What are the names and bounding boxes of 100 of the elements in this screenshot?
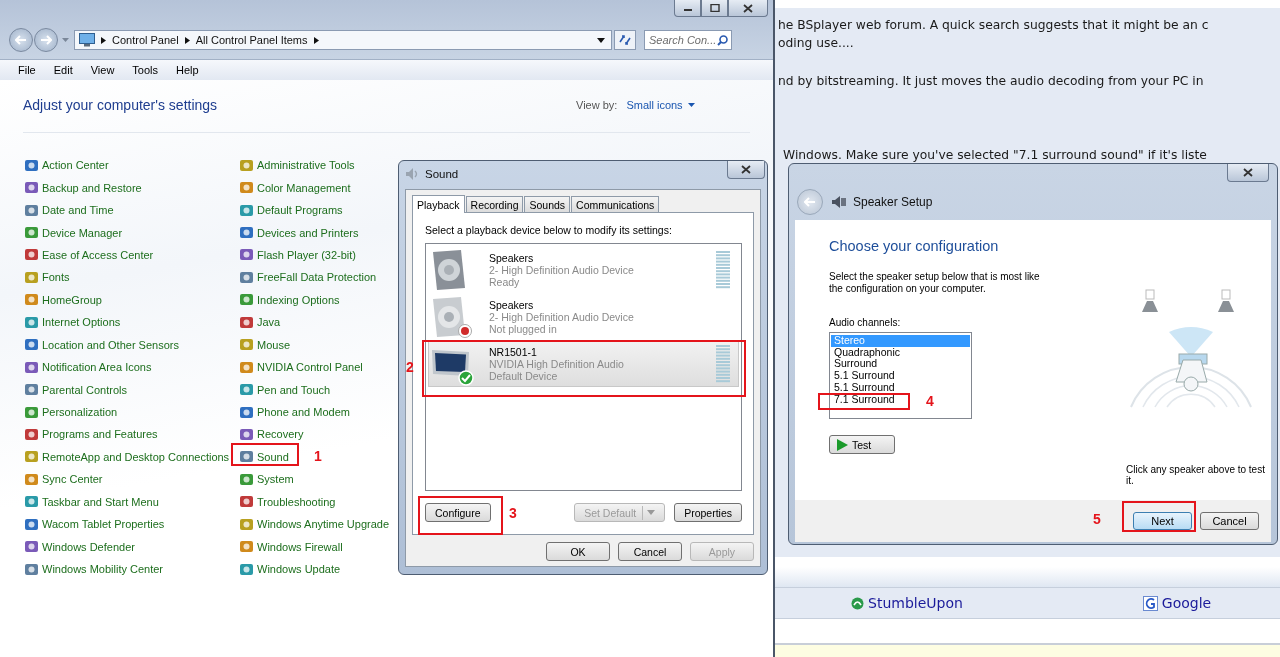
maximize-button[interactable] [701, 0, 728, 17]
tile-icon [239, 180, 254, 196]
channel-option[interactable]: 7.1 Surround [831, 393, 897, 406]
control-panel-item[interactable]: Device Manager [24, 225, 123, 240]
control-panel-item[interactable]: Indexing Options [239, 292, 340, 307]
control-panel-item[interactable]: Color Management [239, 180, 351, 195]
minimize-button[interactable] [674, 0, 701, 17]
menu-item[interactable]: View [81, 64, 124, 76]
dialog-button[interactable]: OK [546, 542, 610, 561]
control-panel-item[interactable]: Troubleshooting [239, 494, 336, 509]
forward-button[interactable] [34, 28, 58, 52]
control-panel-item[interactable]: Windows Update [239, 562, 341, 577]
control-panel-item[interactable]: Wacom Tablet Properties [24, 517, 165, 532]
close-icon [743, 3, 753, 13]
tab[interactable]: Recording [465, 196, 524, 212]
control-panel-item[interactable]: Flash Player (32-bit) [239, 247, 357, 262]
wizard-button[interactable]: Cancel [1200, 512, 1259, 530]
test-button[interactable]: Test [829, 435, 895, 454]
device-item[interactable]: Speakers 2- High Definition Audio Device Ready [428, 246, 739, 293]
control-panel-item[interactable]: Windows Anytime Upgrade [239, 517, 390, 532]
wizard-button[interactable]: Next [1133, 512, 1192, 530]
tile-icon [239, 382, 254, 398]
control-panel-item[interactable]: Sound [239, 449, 289, 464]
close-button[interactable] [728, 0, 768, 17]
annotation-number: 5 [1093, 510, 1101, 528]
control-panel-item[interactable]: Notification Area Icons [24, 360, 152, 375]
channel-option[interactable]: Quadraphonic [831, 346, 902, 359]
maximize-icon [709, 4, 720, 12]
control-panel-item[interactable]: FreeFall Data Protection [239, 270, 377, 285]
control-panel-item[interactable]: System [239, 472, 294, 487]
control-panel-item[interactable]: Internet Options [24, 315, 121, 330]
control-panel-item[interactable]: Default Programs [239, 203, 343, 218]
control-panel-item[interactable]: Pen and Touch [239, 382, 331, 397]
tab[interactable]: Playback [412, 195, 465, 213]
control-panel-item[interactable]: Windows Defender [24, 539, 135, 554]
channel-option[interactable]: 5.1 Surround [831, 381, 897, 394]
channel-option[interactable]: Surround [831, 358, 880, 371]
control-panel-item[interactable]: Fonts [24, 270, 70, 285]
back-arrow-icon [15, 35, 27, 45]
device-description: 2- High Definition Audio Device [489, 263, 634, 276]
tile-icon [24, 561, 39, 577]
control-panel-item[interactable]: Sync Center [24, 472, 103, 487]
device-item[interactable]: NR1501-1 NVIDIA High Definition Audio Default Device [428, 340, 739, 387]
control-panel-item[interactable]: Parental Controls [24, 382, 127, 397]
search-field[interactable]: Search Con... [644, 30, 732, 50]
monitor-icon [79, 33, 95, 47]
control-panel-item[interactable]: Recovery [239, 427, 304, 442]
tile-icon [239, 539, 254, 555]
dialog-button[interactable]: Cancel [618, 542, 682, 561]
control-panel-item[interactable]: Location and Other Sensors [24, 337, 179, 352]
control-panel-item[interactable]: Personalization [24, 405, 118, 419]
share-link[interactable]: Google [1142, 595, 1212, 611]
control-panel-item[interactable]: RemoteApp and Desktop Connections [24, 449, 230, 464]
control-panel-item[interactable]: Phone and Modem [239, 405, 350, 419]
menu-item[interactable]: Help [167, 64, 208, 76]
tab[interactable]: Communications [571, 196, 660, 212]
close-button[interactable] [727, 161, 765, 179]
chevron-icon [184, 36, 190, 44]
control-panel-item[interactable]: Windows Mobility Center [24, 562, 164, 577]
refresh-button[interactable] [614, 30, 636, 50]
tile-icon [239, 561, 254, 577]
control-panel-item[interactable]: Date and Time [24, 203, 114, 218]
channel-option[interactable]: 5.1 Surround [831, 370, 897, 382]
caret-icon [597, 37, 605, 43]
view-dropdown[interactable]: Small icons [626, 99, 695, 111]
close-button[interactable] [1227, 164, 1269, 182]
address-bar[interactable]: Control Panel All Control Panel Items [74, 30, 612, 50]
tile-icon [24, 337, 39, 353]
control-panel-item[interactable]: Windows Firewall [239, 539, 343, 554]
tab[interactable]: Sounds [524, 196, 571, 212]
back-button[interactable] [9, 28, 33, 52]
dialog-title: Sound [425, 168, 459, 180]
breadcrumb[interactable]: Control Panel [112, 34, 179, 46]
control-panel-item[interactable]: Action Center [24, 158, 109, 173]
tile-icon [24, 359, 39, 375]
caret-icon [687, 103, 695, 107]
close-icon [741, 165, 751, 174]
tile-icon [239, 471, 254, 487]
menu-item[interactable]: Tools [123, 64, 168, 76]
breadcrumb[interactable]: All Control Panel Items [195, 34, 308, 46]
control-panel-item[interactable]: Devices and Printers [239, 225, 359, 240]
tile-icon [24, 449, 39, 465]
control-panel-item[interactable]: Taskbar and Start Menu [24, 494, 159, 509]
control-panel-item[interactable]: Mouse [239, 337, 291, 352]
control-panel-item[interactable]: Administrative Tools [239, 158, 355, 173]
dialog-heading: Choose your configuration [829, 238, 999, 254]
menu-item[interactable]: Edit [44, 64, 82, 76]
dialog-button[interactable]: Properties [674, 503, 742, 522]
menu-item[interactable]: File [9, 64, 45, 76]
control-panel-item[interactable]: Programs and Features [24, 427, 158, 442]
device-item[interactable]: Speakers 2- High Definition Audio Device Not plugged in [428, 293, 739, 340]
tile-icon [24, 314, 39, 330]
control-panel-item[interactable]: NVIDIA Control Panel [239, 360, 363, 375]
control-panel-item[interactable]: Java [239, 315, 281, 330]
control-panel-item[interactable]: Ease of Access Center [24, 247, 154, 262]
control-panel-item[interactable]: Backup and Restore [24, 180, 142, 195]
dialog-button[interactable]: Configure [425, 503, 491, 522]
share-link[interactable]: StumbleUpon [851, 595, 963, 611]
paragraph-text: oding use.... [777, 35, 855, 52]
control-panel-item[interactable]: HomeGroup [24, 292, 102, 307]
